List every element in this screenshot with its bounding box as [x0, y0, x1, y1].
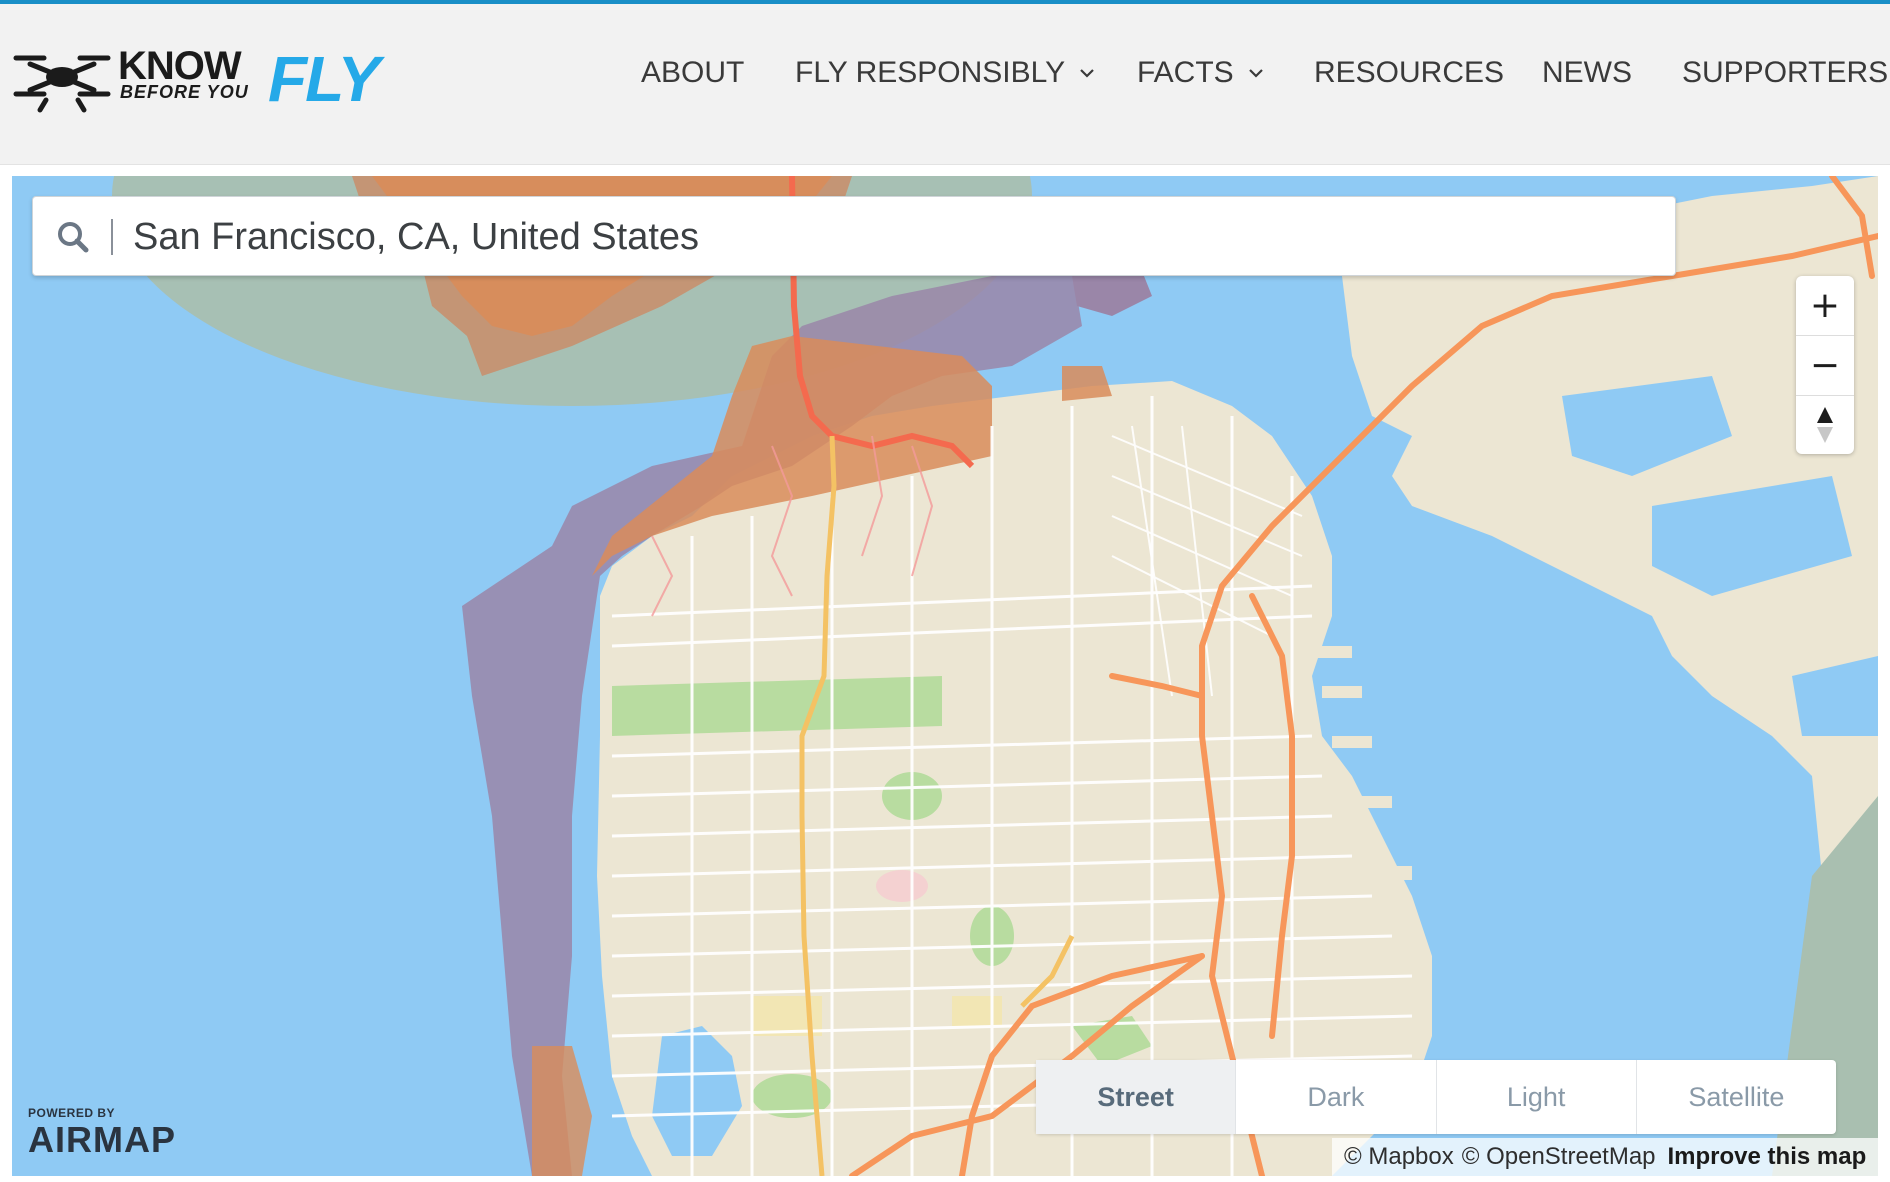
nav-supporters[interactable]: SUPPORTERS: [1682, 56, 1888, 90]
search-icon[interactable]: [55, 219, 91, 255]
powered-by-text: POWERED BY: [28, 1106, 116, 1120]
site-logo[interactable]: KNOW BEFORE YOU FLY: [10, 43, 410, 124]
nav-news-label: NEWS: [1542, 56, 1632, 89]
map-attribution: © Mapbox © OpenStreetMap Improve this ma…: [1332, 1138, 1878, 1176]
nav-facts-label: FACTS: [1137, 56, 1234, 89]
map-style-switcher: Street Dark Light Satellite: [1036, 1060, 1836, 1134]
logo-fly-text: FLY: [268, 43, 380, 115]
airmap-logo-text: AIRMAP: [28, 1119, 176, 1160]
nav-resources-label: RESOURCES: [1314, 56, 1505, 89]
nav-fly-responsibly-label: FLY RESPONSIBLY: [795, 56, 1066, 89]
nav-facts[interactable]: FACTS: [1137, 56, 1264, 90]
airspace-map[interactable]: + − Street Dark Light Satellite POWERED …: [12, 176, 1878, 1176]
zoom-in-button[interactable]: +: [1796, 276, 1854, 334]
zoom-controls: + −: [1796, 276, 1854, 454]
nav-about[interactable]: ABOUT: [641, 56, 744, 90]
chevron-down-icon: [1080, 69, 1094, 78]
location-search-input[interactable]: [131, 207, 1655, 267]
style-street-button[interactable]: Street: [1036, 1060, 1237, 1134]
search-divider: [111, 219, 113, 255]
compass-icon: [1817, 407, 1833, 443]
nav-news[interactable]: NEWS: [1542, 56, 1632, 90]
style-light-button[interactable]: Light: [1437, 1060, 1637, 1134]
nav-supporters-label: SUPPORTERS: [1682, 56, 1889, 89]
site-header: KNOW BEFORE YOU FLY ABOUT FLY RESPONSIBL…: [0, 4, 1890, 165]
style-dark-button[interactable]: Dark: [1236, 1060, 1437, 1134]
chevron-down-icon: [1248, 69, 1263, 78]
airmap-badge[interactable]: POWERED BY AIRMAP: [28, 1106, 176, 1158]
golden-gate-park: [612, 676, 942, 736]
compass-button[interactable]: [1796, 396, 1854, 454]
mapbox-attribution[interactable]: © Mapbox: [1344, 1143, 1454, 1171]
nav-resources[interactable]: RESOURCES: [1314, 56, 1504, 90]
osm-attribution[interactable]: © OpenStreetMap: [1462, 1143, 1656, 1171]
map-canvas[interactable]: [12, 176, 1878, 1176]
style-satellite-button[interactable]: Satellite: [1637, 1060, 1836, 1134]
drone-icon: [13, 55, 111, 113]
nav-about-label: ABOUT: [641, 56, 745, 89]
location-search-bar: [32, 196, 1676, 276]
logo-before-you-text: BEFORE YOU: [120, 82, 249, 102]
zoom-out-button[interactable]: −: [1796, 336, 1854, 394]
nav-fly-responsibly[interactable]: FLY RESPONSIBLY: [795, 56, 1095, 90]
improve-map-link[interactable]: Improve this map: [1668, 1143, 1867, 1171]
